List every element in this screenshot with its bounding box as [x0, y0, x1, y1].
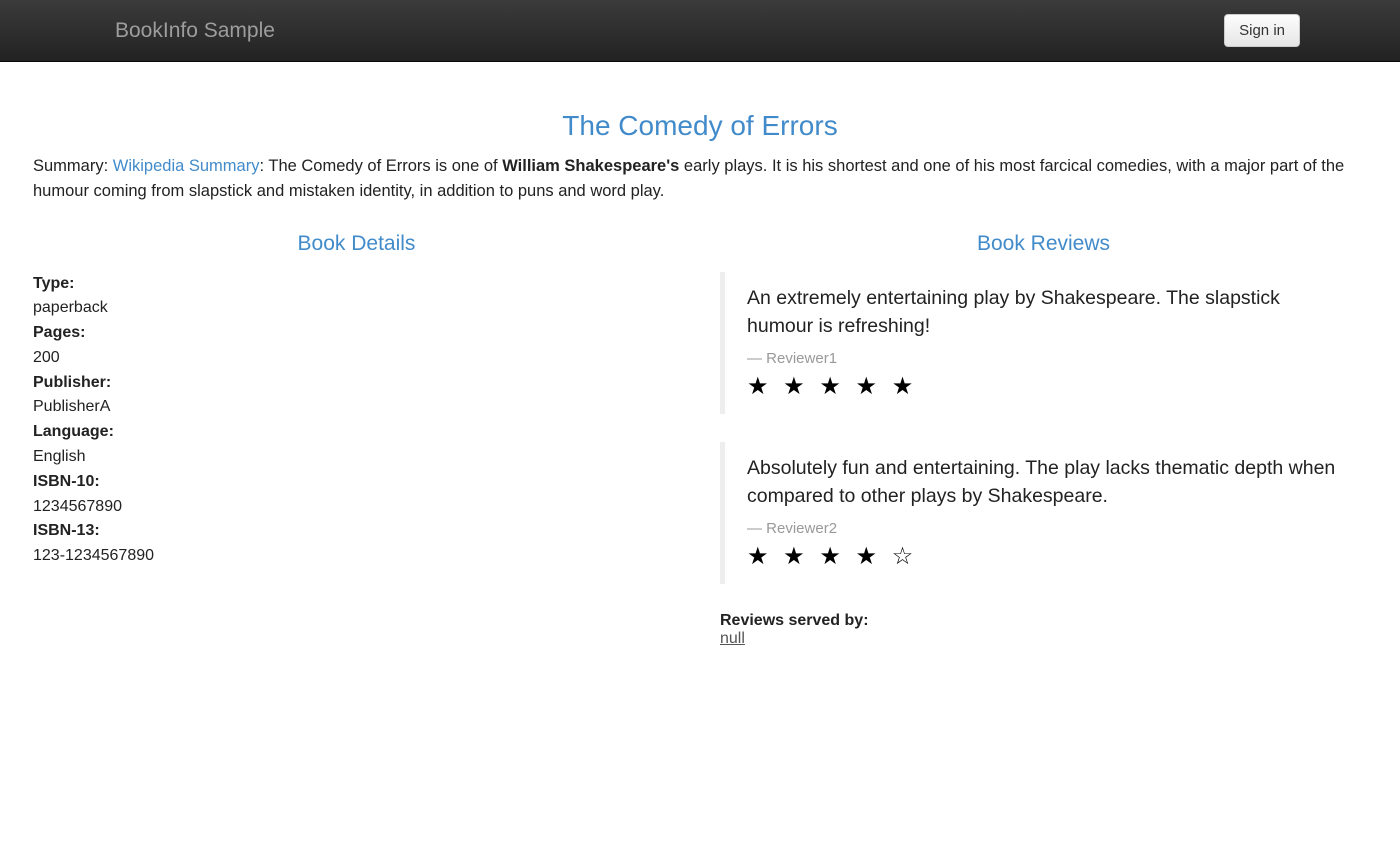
detail-label: ISBN-10: [33, 470, 680, 495]
review-stars: ★ ★ ★ ★ ★ [747, 373, 1345, 402]
review-block: An extremely entertaining play by Shakes… [720, 272, 1367, 414]
served-value: null [720, 630, 1367, 648]
page-title: The Comedy of Errors [33, 110, 1367, 142]
review-text: Absolutely fun and entertaining. The pla… [747, 454, 1345, 511]
details-heading: Book Details [33, 232, 680, 256]
detail-value: 123-1234567890 [33, 544, 680, 569]
detail-value: 200 [33, 346, 680, 371]
columns-row: Book Details Type: paperback Pages: 200 … [33, 232, 1367, 649]
navbar: BookInfo Sample Sign in [0, 0, 1400, 62]
summary-paragraph: Summary: Wikipedia Summary: The Comedy o… [33, 154, 1367, 204]
detail-value: paperback [33, 296, 680, 321]
details-list: Type: paperback Pages: 200 Publisher: Pu… [33, 272, 680, 570]
served-label: Reviews served by: [720, 612, 1367, 630]
main-container: The Comedy of Errors Summary: Wikipedia … [15, 110, 1385, 648]
review-text: An extremely entertaining play by Shakes… [747, 284, 1345, 341]
review-block: Absolutely fun and entertaining. The pla… [720, 442, 1367, 584]
detail-value: PublisherA [33, 395, 680, 420]
served-value-text: null [720, 630, 745, 647]
signin-button[interactable]: Sign in [1224, 14, 1300, 47]
review-stars: ★ ★ ★ ★ ☆ [747, 543, 1345, 572]
detail-label: ISBN-13: [33, 519, 680, 544]
detail-value: 1234567890 [33, 495, 680, 520]
detail-label: Type: [33, 272, 680, 297]
navbar-brand[interactable]: BookInfo Sample [115, 19, 275, 43]
reviews-served: Reviews served by: null [720, 612, 1367, 648]
reviews-heading: Book Reviews [720, 232, 1367, 256]
wikipedia-summary-link[interactable]: Wikipedia Summary [113, 157, 260, 175]
detail-label: Language: [33, 420, 680, 445]
review-author: Reviewer2 [747, 520, 1345, 537]
reviews-column: Book Reviews An extremely entertaining p… [720, 232, 1367, 649]
detail-value: English [33, 445, 680, 470]
detail-label: Pages: [33, 321, 680, 346]
review-author: Reviewer1 [747, 350, 1345, 367]
summary-prefix: Summary: [33, 157, 113, 175]
summary-pre-bold: The Comedy of Errors is one of [268, 157, 502, 175]
details-column: Book Details Type: paperback Pages: 200 … [33, 232, 680, 649]
detail-label: Publisher: [33, 371, 680, 396]
summary-bold: William Shakespeare's [502, 157, 679, 175]
